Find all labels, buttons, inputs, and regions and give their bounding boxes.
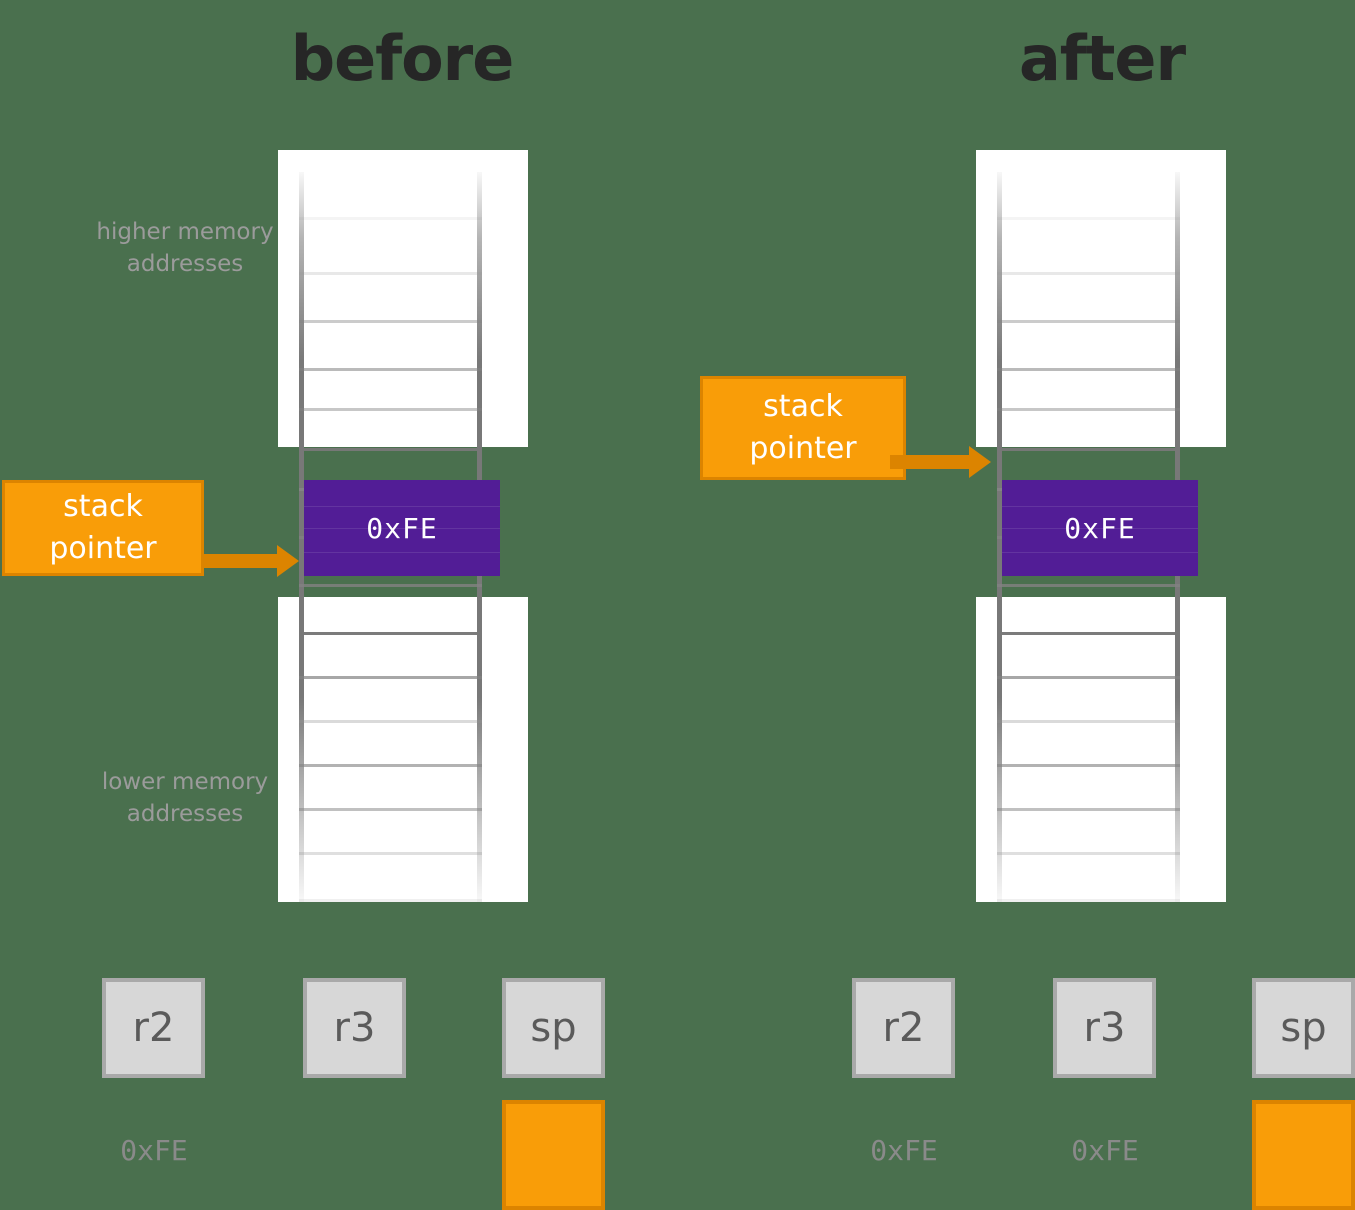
stack-memory-row: [299, 679, 482, 723]
panel-title-after: after: [1018, 22, 1186, 95]
register-label: sp: [1280, 1005, 1327, 1051]
register-label: r2: [882, 1005, 925, 1051]
stack-memory-row: [997, 172, 1180, 220]
register-box-after-r3[interactable]: r3: [1053, 978, 1156, 1078]
register-label: sp: [530, 1005, 577, 1051]
register-box-before-sp[interactable]: sp: [502, 978, 605, 1078]
stack-pointer-arrow-after: [890, 446, 991, 478]
stack-diagram-before: 0xFE: [278, 150, 528, 902]
register-value-after-r2: 0xFE: [870, 1134, 938, 1167]
stack-memory-row: [299, 275, 482, 323]
stack-memory-row: [299, 767, 482, 811]
stack-slot-occupied-before: 0xFE: [304, 480, 500, 576]
register-box-before-r2[interactable]: r2: [102, 978, 205, 1078]
stack-memory-row: [997, 275, 1180, 323]
stack-pointer-callout-before[interactable]: stack pointer: [2, 480, 204, 576]
stack-memory-row: [997, 723, 1180, 767]
stack-memory-row: [997, 587, 1180, 635]
register-box-before-r3[interactable]: r3: [303, 978, 406, 1078]
stack-memory-row: [997, 371, 1180, 411]
stack-pointer-label-line1: stack: [63, 489, 143, 524]
stack-memory-row: [299, 371, 482, 411]
register-value-before-sp-highlight: [502, 1100, 605, 1210]
stack-pointer-arrow-before: [204, 545, 299, 577]
stack-pointer-label-line1: stack: [763, 389, 843, 424]
register-value-after-sp-highlight: [1252, 1100, 1355, 1210]
stack-memory-row: [299, 587, 482, 635]
stack-memory-row: [997, 679, 1180, 723]
stack-memory-row: [997, 811, 1180, 855]
stack-memory-row: [299, 855, 482, 902]
panel-title-before: before: [290, 22, 515, 95]
stack-slot-occupied-after: 0xFE: [1002, 480, 1198, 576]
stack-memory-row: [997, 635, 1180, 679]
stack-memory-row: [299, 811, 482, 855]
lower-memory-addresses-label: lower memory addresses: [101, 769, 269, 827]
register-box-after-r2[interactable]: r2: [852, 978, 955, 1078]
register-value-before-r2: 0xFE: [120, 1134, 188, 1167]
stack-memory-row: [299, 411, 482, 451]
stack-memory-row: [997, 855, 1180, 902]
stack-memory-row: [997, 411, 1180, 451]
register-value-after-r3: 0xFE: [1071, 1134, 1139, 1167]
stack-memory-row: [299, 723, 482, 767]
register-box-after-sp[interactable]: sp: [1252, 978, 1355, 1078]
stack-memory-row: [997, 323, 1180, 371]
register-label: r2: [132, 1005, 175, 1051]
stack-diagram-after: 0xFE: [976, 150, 1226, 902]
stack-pointer-label-line2: pointer: [49, 531, 157, 566]
higher-memory-addresses-label: higher memory addresses: [96, 219, 274, 277]
stack-memory-row: [299, 635, 482, 679]
stack-memory-row: [299, 323, 482, 371]
stack-memory-row: [997, 220, 1180, 275]
stack-memory-row: [997, 767, 1180, 811]
stack-pointer-callout-after[interactable]: stack pointer: [700, 376, 906, 480]
stack-memory-row: [299, 172, 482, 220]
register-label: r3: [1083, 1005, 1126, 1051]
stack-memory-row: [299, 220, 482, 275]
stack-pointer-label-line2: pointer: [749, 431, 857, 466]
register-label: r3: [333, 1005, 376, 1051]
